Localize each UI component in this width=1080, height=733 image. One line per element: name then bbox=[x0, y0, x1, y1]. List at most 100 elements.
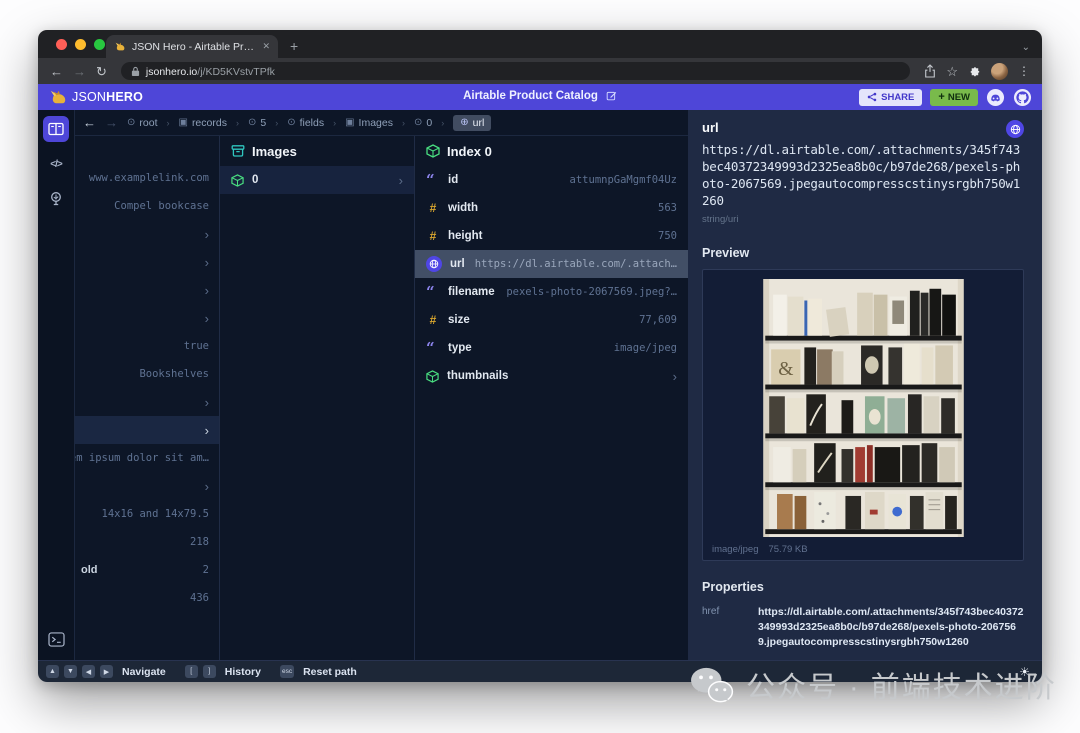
columns-icon bbox=[48, 122, 64, 136]
terminal-icon bbox=[48, 632, 65, 647]
path-forward-icon[interactable] bbox=[105, 115, 118, 130]
jsonhero-logo[interactable]: JSONHERO bbox=[48, 88, 143, 106]
breadcrumb: root records 5 fields Images 0 url bbox=[75, 110, 688, 136]
minimize-window-button[interactable] bbox=[75, 39, 86, 50]
app-header: JSONHERO Airtable Product Catalog SHARE … bbox=[38, 84, 1042, 110]
number-icon bbox=[426, 313, 440, 327]
chevron-right-icon bbox=[673, 370, 677, 383]
detail-title: url bbox=[702, 120, 719, 135]
json-row-thumbnails[interactable]: thumbnails bbox=[415, 362, 688, 390]
json-row[interactable] bbox=[75, 388, 219, 416]
string-icon bbox=[426, 344, 440, 352]
json-row[interactable] bbox=[75, 248, 219, 276]
array-icon bbox=[231, 144, 245, 158]
discord-icon[interactable] bbox=[986, 88, 1005, 107]
json-row[interactable] bbox=[75, 304, 219, 332]
maximize-window-button[interactable] bbox=[94, 39, 105, 50]
json-row-id[interactable]: idattumnpGaMgmf04Uz bbox=[415, 166, 688, 194]
path-back-icon[interactable] bbox=[83, 115, 96, 130]
json-row-filename[interactable]: filenamepexels-photo-2067569.jpeg?… bbox=[415, 278, 688, 306]
unicorn-logo-icon bbox=[48, 88, 68, 106]
array-icon bbox=[178, 117, 187, 128]
forward-button[interactable] bbox=[73, 65, 86, 78]
string-icon bbox=[426, 288, 440, 296]
json-row-url-selected[interactable]: urlhttps://dl.airtable.com/.attach… bbox=[415, 250, 688, 278]
json-row[interactable]: Compel bookcase bbox=[75, 192, 219, 220]
chevron-right-icon bbox=[205, 284, 209, 297]
images-column: Images 0 bbox=[220, 136, 415, 660]
column-header: Images bbox=[220, 136, 414, 166]
breadcrumb-item-records[interactable]: records bbox=[178, 117, 226, 129]
url-path: /j/KD5KVstvTPfk bbox=[197, 66, 275, 78]
close-tab-icon[interactable] bbox=[262, 41, 270, 52]
extensions-puzzle-icon[interactable] bbox=[968, 65, 981, 78]
breadcrumb-separator bbox=[166, 118, 169, 128]
chevron-right-icon bbox=[205, 480, 209, 493]
breadcrumb-separator bbox=[333, 118, 336, 128]
json-row[interactable]: old2 bbox=[75, 556, 219, 584]
json-row[interactable] bbox=[75, 276, 219, 304]
chevron-right-icon bbox=[205, 424, 209, 437]
object-cube-icon bbox=[426, 144, 440, 158]
globe-icon bbox=[460, 117, 468, 128]
profile-avatar[interactable] bbox=[991, 63, 1008, 80]
json-row[interactable]: 14x16 and 14x79.5 bbox=[75, 500, 219, 528]
json-row[interactable]: Lorem ipsum dolor sit am… bbox=[75, 444, 219, 472]
json-row-type[interactable]: typeimage/jpeg bbox=[415, 334, 688, 362]
column-view-button[interactable] bbox=[43, 116, 69, 142]
address-bar[interactable]: jsonhero.io/j/KD5KVstvTPfk bbox=[121, 62, 910, 80]
json-row-width[interactable]: width563 bbox=[415, 194, 688, 222]
jsonhero-favicon-icon bbox=[114, 41, 126, 52]
json-row[interactable] bbox=[75, 472, 219, 500]
json-row-selected[interactable] bbox=[75, 416, 219, 444]
app-main: root records 5 fields Images 0 url www.e… bbox=[38, 110, 1042, 660]
new-tab-button[interactable] bbox=[290, 38, 298, 54]
property-value[interactable]: https://dl.airtable.com/.attachments/345… bbox=[758, 605, 1024, 650]
json-row[interactable]: Bookshelves bbox=[75, 360, 219, 388]
arrow-down-key-icon bbox=[64, 665, 77, 678]
wechat-icon bbox=[688, 666, 734, 704]
breadcrumb-item-url[interactable]: url bbox=[453, 115, 491, 131]
json-row[interactable] bbox=[75, 220, 219, 248]
refresh-button[interactable] bbox=[96, 65, 107, 78]
object-icon bbox=[248, 117, 256, 128]
json-row[interactable]: 436 bbox=[75, 584, 219, 612]
browser-tab[interactable]: JSON Hero - Airtable Product bbox=[106, 35, 278, 58]
json-row-size[interactable]: size77,609 bbox=[415, 306, 688, 334]
share-page-icon[interactable] bbox=[924, 64, 936, 78]
json-row-height[interactable]: height750 bbox=[415, 222, 688, 250]
share-button[interactable]: SHARE bbox=[859, 89, 922, 106]
bookshelf-photo: & bbox=[761, 279, 966, 537]
json-row[interactable]: true bbox=[75, 332, 219, 360]
logo-text-hero: HERO bbox=[106, 90, 143, 104]
bookmark-star-icon[interactable] bbox=[946, 65, 958, 78]
tree-icon bbox=[48, 191, 64, 207]
share-nodes-icon bbox=[867, 92, 877, 102]
plus-icon bbox=[938, 91, 944, 103]
preview-card: & bbox=[702, 269, 1024, 561]
detail-url-value[interactable]: https://dl.airtable.com/.attachments/345… bbox=[702, 141, 1024, 209]
breadcrumb-item-0[interactable]: 0 bbox=[414, 117, 432, 129]
tab-search-chevron-icon[interactable] bbox=[1022, 42, 1030, 53]
browser-menu-icon[interactable] bbox=[1018, 65, 1030, 77]
property-row-href: href https://dl.airtable.com/.attachment… bbox=[702, 605, 1024, 650]
preview-meta: image/jpeg 75.79 KB bbox=[703, 539, 1023, 560]
new-document-button[interactable]: NEW bbox=[930, 89, 978, 106]
json-row[interactable]: www.examplelink.com bbox=[75, 164, 219, 192]
terminal-button[interactable] bbox=[43, 626, 69, 652]
object-icon bbox=[127, 117, 135, 128]
breadcrumb-item-fields[interactable]: fields bbox=[287, 117, 324, 129]
edit-title-icon[interactable] bbox=[606, 90, 617, 104]
breadcrumb-item-5[interactable]: 5 bbox=[248, 117, 266, 129]
close-window-button[interactable] bbox=[56, 39, 67, 50]
json-row[interactable]: 218 bbox=[75, 528, 219, 556]
tree-view-button[interactable] bbox=[43, 186, 69, 212]
breadcrumb-item-images[interactable]: Images bbox=[345, 117, 393, 129]
breadcrumb-item-root[interactable]: root bbox=[127, 117, 157, 129]
code-icon bbox=[50, 159, 61, 170]
github-icon[interactable] bbox=[1013, 88, 1032, 107]
chevron-right-icon bbox=[205, 396, 209, 409]
json-view-button[interactable] bbox=[43, 151, 69, 177]
json-row-index-0[interactable]: 0 bbox=[220, 166, 414, 194]
back-button[interactable] bbox=[50, 65, 63, 78]
